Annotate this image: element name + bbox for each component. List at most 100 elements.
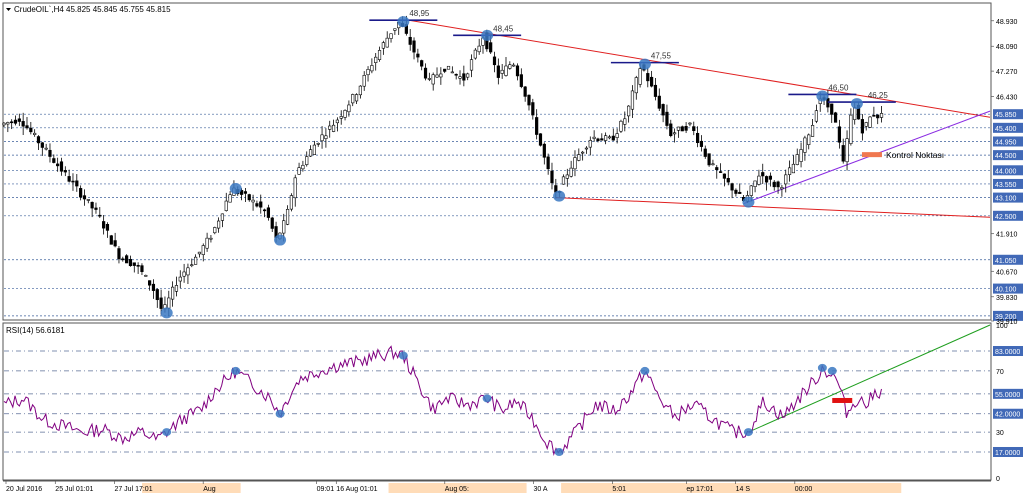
price-pivot-marker-3	[397, 16, 410, 28]
candle-body	[665, 111, 669, 126]
candle-body	[791, 163, 796, 174]
candle-body	[458, 76, 462, 79]
time-axis-highlight-0	[142, 483, 241, 493]
candle-body	[52, 158, 56, 163]
candle-body	[477, 45, 481, 53]
candle-body	[339, 116, 343, 119]
candle-body	[2, 122, 6, 126]
candle-body	[343, 110, 347, 118]
candle-body	[833, 112, 838, 123]
candle-body	[427, 78, 431, 80]
price-axis-label-10: 43.100	[995, 196, 1017, 203]
price-pivot-marker-4	[481, 29, 494, 41]
candle-body	[787, 167, 792, 175]
candle-body	[650, 76, 654, 87]
price-axis-label-7: 44.500	[995, 153, 1017, 160]
candle-body	[864, 122, 868, 127]
candle-body	[6, 122, 10, 125]
price-pivot-marker-9	[850, 98, 863, 110]
candle-body	[201, 245, 205, 255]
candle-body	[420, 60, 424, 67]
candle-body	[688, 122, 692, 125]
candle-body	[523, 86, 527, 97]
candle-body	[707, 153, 711, 166]
candle-body	[205, 237, 209, 249]
time-axis-label-7: 30 A	[534, 486, 548, 493]
candle-body	[711, 163, 715, 166]
candle-body	[692, 126, 696, 131]
time-axis-label-11: 00:00	[795, 486, 813, 493]
candle-body	[780, 187, 784, 190]
candle-body	[462, 73, 466, 81]
peak-label-4: 46,25	[868, 91, 889, 100]
candle-body	[504, 65, 508, 76]
candle-body	[738, 191, 742, 194]
candle-body	[768, 175, 773, 180]
candle-body	[569, 167, 573, 177]
candle-body	[439, 73, 443, 78]
price-axis-label-3: 46.430	[996, 95, 1018, 102]
rsi-axis-label-6: 17.0000	[995, 450, 1020, 457]
time-axis-label-3: Aug	[203, 486, 216, 493]
candle-body	[21, 121, 25, 127]
candle-body	[550, 170, 554, 184]
candle-body	[324, 135, 328, 139]
candle-body	[213, 227, 217, 234]
candle-body	[496, 65, 500, 78]
candle-body	[718, 171, 723, 173]
candle-body	[128, 258, 133, 267]
candle-body	[247, 194, 251, 201]
candle-body	[190, 264, 194, 267]
candle-body	[531, 102, 535, 116]
candle-body	[450, 71, 454, 74]
candle-body	[13, 119, 18, 124]
candle-body	[113, 240, 117, 247]
candle-body	[661, 104, 665, 116]
candle-body	[148, 280, 152, 286]
candle-body	[79, 188, 83, 198]
rsi-pivot-marker-4	[482, 394, 492, 403]
rsi-pivot-marker-6	[640, 366, 650, 375]
candle-body	[71, 180, 75, 183]
price-axis-label-12: 41.910	[996, 232, 1018, 239]
candle-body	[435, 74, 439, 78]
candle-body	[44, 147, 48, 150]
candle-body	[259, 201, 263, 208]
candle-body	[734, 189, 738, 194]
rsi-pivot-marker-2	[275, 409, 285, 418]
candle-body	[155, 289, 159, 301]
candle-body	[320, 134, 324, 142]
candle-body	[416, 53, 420, 58]
candle-body	[581, 151, 585, 154]
candle-body	[749, 185, 753, 196]
candle-body	[879, 113, 884, 118]
candle-body	[293, 177, 297, 199]
candle-body	[876, 114, 880, 119]
candle-body	[82, 195, 87, 200]
candle-body	[301, 164, 305, 170]
candle-body	[151, 283, 156, 291]
candle-body	[167, 297, 171, 309]
price-axis-label-2: 47.270	[996, 69, 1018, 76]
candle-body	[59, 161, 64, 172]
candle-body	[799, 149, 803, 162]
candle-body	[63, 170, 67, 173]
candle-body	[473, 49, 477, 59]
candle-body	[466, 73, 470, 78]
rsi-axis-label-2: 70	[996, 369, 1004, 376]
candle-body	[354, 94, 359, 102]
candle-body	[347, 104, 351, 113]
candle-body	[75, 180, 79, 187]
candle-body	[619, 120, 623, 132]
rsi-pivot-marker-5	[554, 447, 564, 456]
control-point-box	[861, 152, 882, 158]
candle-body	[40, 142, 44, 148]
candle-body	[243, 191, 248, 194]
candle-body	[853, 107, 857, 120]
candle-body	[512, 64, 516, 67]
candle-body	[86, 199, 90, 201]
candle-body	[159, 297, 163, 309]
candle-body	[174, 285, 179, 292]
price-axis-label-6: 44.950	[995, 139, 1017, 146]
price-axis-label-9: 43.550	[995, 182, 1017, 189]
